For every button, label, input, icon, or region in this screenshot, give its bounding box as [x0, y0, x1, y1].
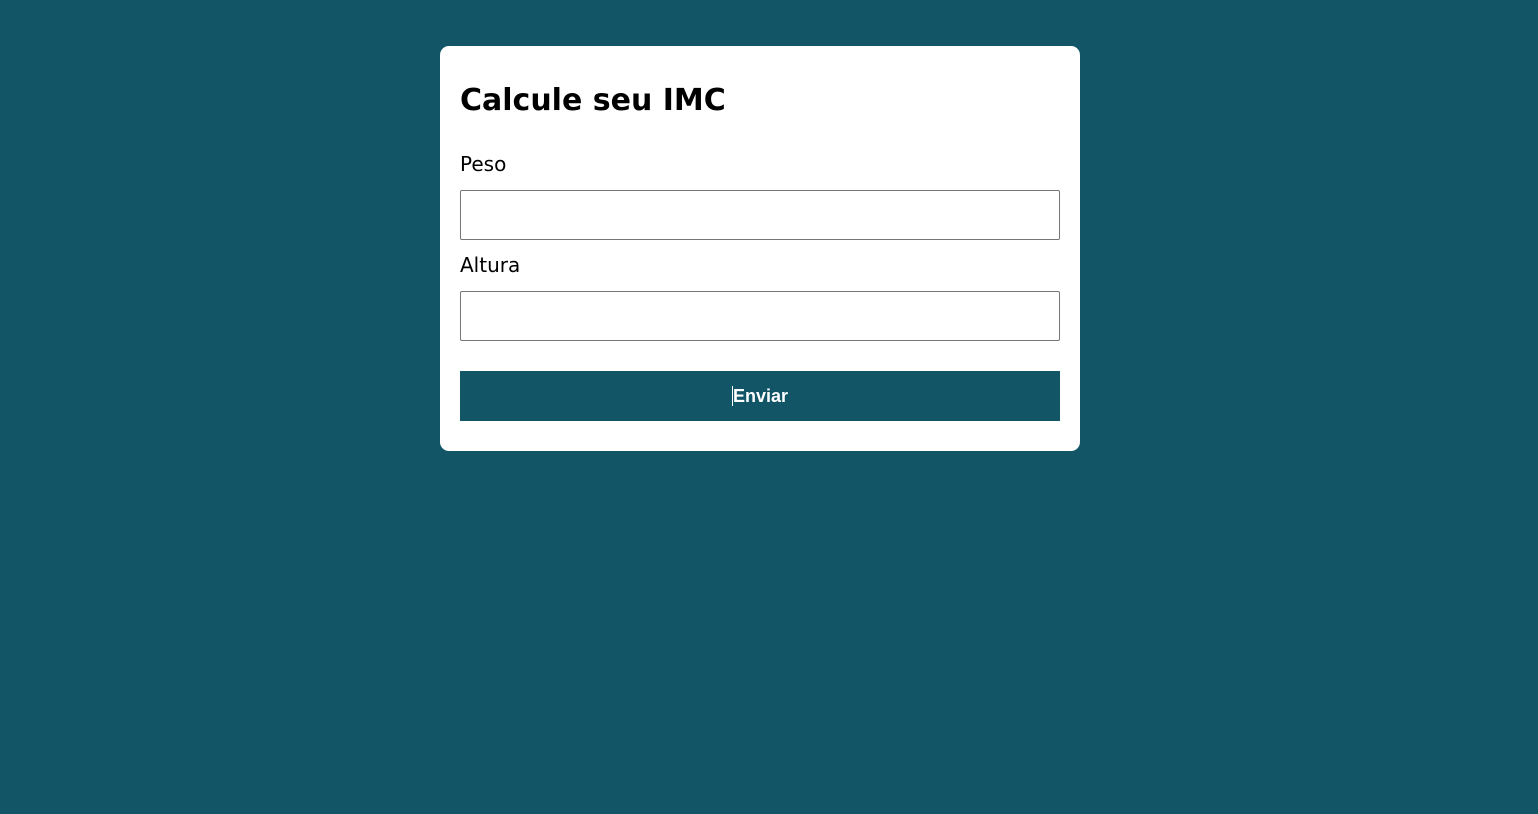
- altura-input[interactable]: [460, 291, 1060, 341]
- text-cursor: [731, 386, 733, 406]
- enviar-button-label: Enviar: [732, 385, 789, 406]
- altura-label: Altura: [460, 253, 521, 277]
- form-title: Calcule seu IMC: [460, 83, 726, 118]
- page-background: { "form": { "title": "Calcule seu IMC", …: [0, 0, 1538, 814]
- peso-input[interactable]: [460, 190, 1060, 240]
- enviar-button[interactable]: Enviar: [460, 371, 1060, 421]
- imc-form-card: Calcule seu IMC Peso Altura Enviar: [440, 46, 1080, 451]
- peso-label: Peso: [460, 152, 507, 176]
